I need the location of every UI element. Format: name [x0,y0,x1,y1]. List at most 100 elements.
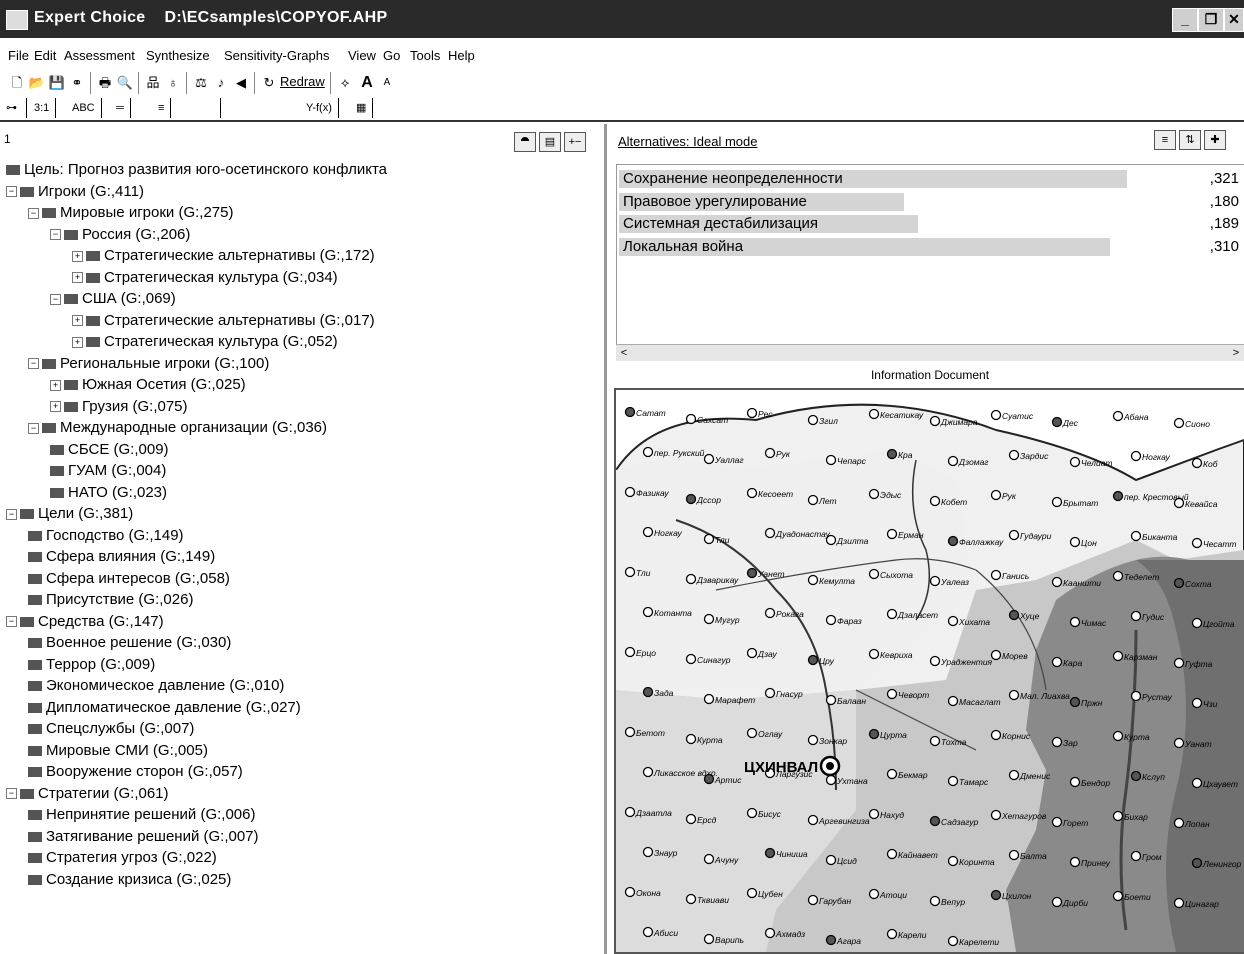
add-alternative-icon[interactable]: ✚ [1204,130,1226,150]
tree-node[interactable]: Цель: Прогноз развития юго-осетинского к… [6,160,387,180]
tree-node[interactable]: Сфера интересов (G:,058) [28,569,230,589]
tree-node[interactable]: Затягивание решений (G:,007) [28,827,259,847]
alternative-row[interactable]: Локальная война ,310 [619,237,1243,257]
sort-icon[interactable]: ≡ [1154,130,1176,150]
redraw-button[interactable]: Redraw [280,74,325,89]
expand-collapse-icon[interactable]: +− [564,132,586,152]
menu-synthesize[interactable]: Synthesize [146,48,210,63]
link-icon[interactable]: ⚭ [68,74,86,92]
collapse-icon[interactable]: − [50,229,61,241]
tree-node[interactable]: Вооружение сторон (G:,057) [28,762,243,782]
tab-grid[interactable]: ▦ [350,98,374,118]
tree-node[interactable]: − Цели (G:,381) [6,504,133,524]
tree-view-icon[interactable]: ⯊ [514,132,536,152]
tab-pairwise-verbal[interactable]: ABC [66,98,102,118]
tree-node[interactable]: Экономическое давление (G:,010) [28,676,284,696]
speaker-icon[interactable]: ◀ [232,74,250,92]
alternative-row[interactable]: Правовое урегулирование ,180 [619,192,1243,212]
tree-node[interactable]: Создание кризиса (G:,025) [28,870,231,890]
tree-node[interactable]: НАТО (G:,023) [50,483,167,503]
panel-splitter[interactable] [604,124,607,954]
tree-node[interactable]: − Мировые игроки (G:,275) [28,203,233,223]
new-file-icon[interactable]: 🗋 [8,74,26,92]
open-folder-icon[interactable]: 📂 [28,74,46,92]
menu-go[interactable]: Go [383,48,400,63]
tree-node[interactable]: Дипломатическое давление (G:,027) [28,698,301,718]
horizontal-scrollbar[interactable]: < > [616,344,1244,361]
redraw-icon[interactable]: ↻ [260,74,278,92]
tree-node[interactable]: Господство (G:,149) [28,526,184,546]
collapse-icon[interactable]: − [28,422,39,434]
print-preview-icon[interactable]: 🔍 [116,74,134,92]
alternatives-title[interactable]: Alternatives: Ideal mode [618,134,757,149]
tree-node[interactable]: + Стратегическая культура (G:,052) [72,332,338,352]
alternative-row[interactable]: Сохранение неопределенности ,321 [619,169,1243,189]
print-icon[interactable]: 🖶 [96,74,114,92]
tree-node[interactable]: − Средства (G:,147) [6,612,164,632]
tree-node[interactable]: − США (G:,069) [50,289,176,309]
collapse-icon[interactable]: − [6,788,17,800]
tree-node[interactable]: + Грузия (G:,075) [50,397,188,417]
expand-icon[interactable]: + [50,379,61,391]
collapse-icon[interactable]: − [6,616,17,628]
expand-icon[interactable]: + [50,401,61,413]
menu-file[interactable]: File [8,48,29,63]
alternative-row[interactable]: Системная дестабилизация ,189 [619,214,1243,234]
menu-view[interactable]: View [348,48,376,63]
tree-node[interactable]: Спецслужбы (G:,007) [28,719,194,739]
collapse-icon[interactable]: − [28,358,39,370]
scroll-right-icon[interactable]: > [1228,345,1244,361]
save-icon[interactable]: 💾 [48,74,66,92]
font-smaller-icon[interactable]: A [378,74,396,92]
tree-node[interactable]: Сфера влияния (G:,149) [28,547,215,567]
tree-node[interactable]: + Южная Осетия (G:,025) [50,375,246,395]
tab-questionnaire[interactable]: ≡ [152,98,172,118]
model-icon[interactable]: ♁ [164,74,182,92]
minimize-button[interactable]: _ [1172,8,1198,32]
music-note-icon[interactable]: ♪ [212,74,230,92]
tree-node[interactable]: Мировые СМИ (G:,005) [28,741,208,761]
close-button[interactable]: ✕ [1224,8,1244,32]
restore-button[interactable]: ❐ [1198,8,1224,32]
tree-node[interactable]: − Россия (G:,206) [50,225,190,245]
tree-node[interactable]: Террор (G:,009) [28,655,155,675]
menu-sensitivity-graphs[interactable]: Sensitivity-Graphs [224,48,329,63]
tree-node[interactable]: СБСЕ (G:,009) [50,440,169,460]
scroll-left-icon[interactable]: < [616,345,632,361]
expand-icon[interactable]: + [72,336,83,348]
ideal-distributive-icon[interactable]: ⇅ [1179,130,1201,150]
tree-node[interactable]: − Региональные игроки (G:,100) [28,354,269,374]
tree-node[interactable]: + Стратегические альтернативы (G:,017) [72,311,375,331]
menu-edit[interactable]: Edit [34,48,56,63]
binoculars-tab-icon[interactable]: ⊶ [0,98,27,118]
collapse-icon[interactable]: − [6,508,17,520]
collapse-icon[interactable]: − [50,293,61,305]
font-larger-icon[interactable]: A [358,74,376,92]
tab-blank[interactable] [190,98,221,118]
collapse-icon[interactable]: − [28,207,39,219]
tree-node[interactable]: Военное решение (G:,030) [28,633,231,653]
balance-icon[interactable]: ⚖ [192,74,210,92]
hierarchy-icon[interactable]: 品 [144,74,162,92]
expand-icon[interactable]: + [72,315,83,327]
tree-node[interactable]: + Стратегическая культура (G:,034) [72,268,338,288]
tab-pairwise-numerical[interactable]: 3:1 [28,98,57,118]
binoculars-icon[interactable]: ⟡ [336,74,354,92]
tree-node[interactable]: − Международные организации (G:,036) [28,418,327,438]
tab-pairwise-graphical[interactable]: ═ [110,98,131,118]
collapse-icon[interactable]: − [6,186,17,198]
tree-node[interactable]: + Стратегические альтернативы (G:,172) [72,246,375,266]
menu-assessment[interactable]: Assessment [64,48,135,63]
tree-node[interactable]: Стратегия угроз (G:,022) [28,848,217,868]
expand-icon[interactable]: + [72,272,83,284]
tree-node[interactable]: − Стратегии (G:,061) [6,784,169,804]
tab-formula[interactable]: Y-f(x) [300,98,339,118]
tree-node[interactable]: Присутствие (G:,026) [28,590,193,610]
expand-icon[interactable]: + [72,250,83,262]
menu-help[interactable]: Help [448,48,475,63]
menu-tools[interactable]: Tools [410,48,440,63]
tree-node[interactable]: ГУАМ (G:,004) [50,461,166,481]
tree-node[interactable]: − Игроки (G:,411) [6,182,144,202]
tree-node[interactable]: Непринятие решений (G:,006) [28,805,255,825]
grid-view-icon[interactable]: ▤ [539,132,561,152]
